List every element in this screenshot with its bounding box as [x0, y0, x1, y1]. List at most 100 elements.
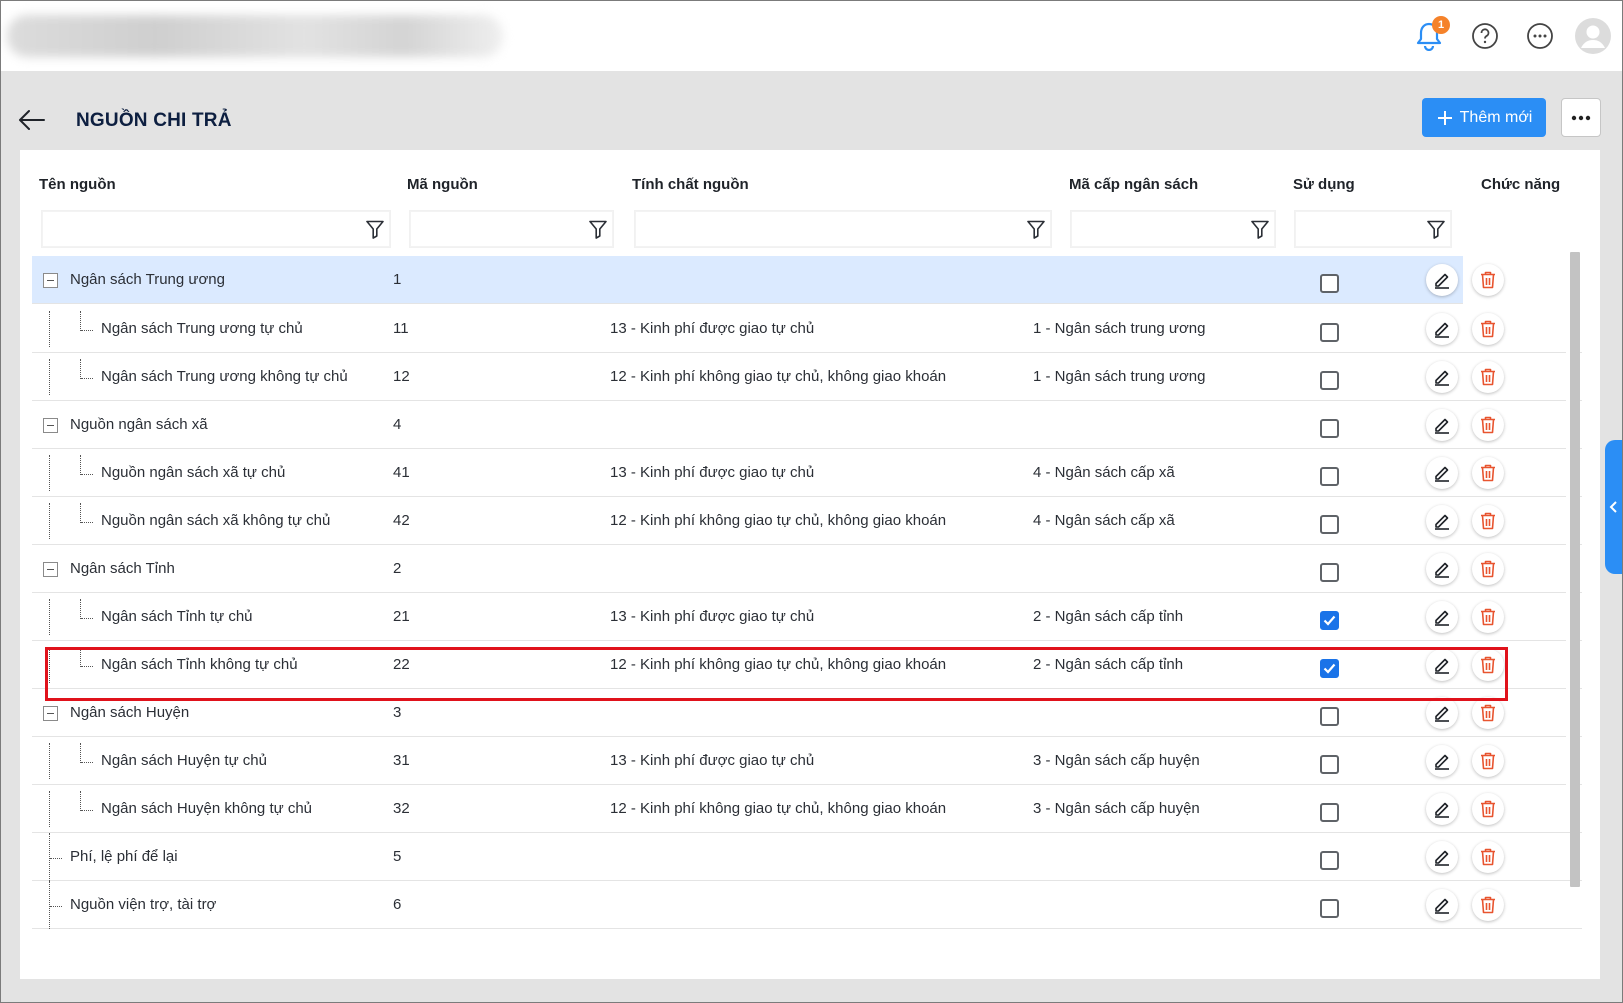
row-name: Ngân sách Huyện tự chủ — [101, 752, 267, 769]
delete-icon[interactable] — [1472, 264, 1504, 296]
top-bar: 1 — [1, 1, 1622, 71]
row-budget-level: 4 - Ngân sách cấp xã — [1033, 464, 1175, 481]
filter-icon[interactable] — [589, 220, 607, 239]
side-panel-toggle[interactable] — [1605, 440, 1623, 574]
used-checkbox[interactable] — [1320, 803, 1339, 822]
table-row[interactable]: Nguồn ngân sách xã tự chủ 41 13 - Kinh phí… — [32, 449, 1582, 497]
row-code: 1 — [393, 271, 402, 288]
column-header-name[interactable]: Tên nguồn — [39, 176, 116, 193]
delete-icon[interactable] — [1472, 841, 1504, 873]
tree-line — [49, 791, 50, 827]
table-row[interactable]: Ngân sách Huyện không tự chủ 32 12 - Kinh … — [32, 785, 1582, 833]
filter-nature-input[interactable] — [634, 210, 1052, 248]
bell-icon[interactable]: 1 — [1411, 16, 1450, 54]
tree-line — [81, 522, 93, 523]
row-code: 42 — [393, 512, 410, 529]
edit-icon[interactable] — [1426, 409, 1458, 441]
filter-icon[interactable] — [1251, 220, 1269, 239]
filter-name-input[interactable] — [41, 210, 391, 248]
add-new-button[interactable]: Thêm mới — [1422, 98, 1546, 137]
used-checkbox[interactable] — [1320, 755, 1339, 774]
edit-icon[interactable] — [1426, 601, 1458, 633]
edit-icon[interactable] — [1426, 264, 1458, 296]
edit-icon[interactable] — [1426, 697, 1458, 729]
edit-icon[interactable] — [1426, 313, 1458, 345]
delete-icon[interactable] — [1472, 601, 1504, 633]
table-row[interactable]: Ngân sách Tỉnh 2 — [32, 545, 1582, 593]
edit-icon[interactable] — [1426, 361, 1458, 393]
row-name: Ngân sách Trung ương tự chủ — [101, 320, 303, 337]
table-row[interactable]: Ngân sách Trung ương 1 — [32, 256, 1504, 304]
column-header-code[interactable]: Mã nguồn — [407, 176, 478, 193]
delete-icon[interactable] — [1472, 505, 1504, 537]
edit-icon[interactable] — [1426, 745, 1458, 777]
plus-icon — [1437, 110, 1452, 125]
edit-icon[interactable] — [1426, 457, 1458, 489]
row-budget-level: 2 - Ngân sách cấp tỉnh — [1033, 608, 1184, 625]
chevron-left-icon — [1609, 501, 1617, 513]
edit-icon[interactable] — [1426, 553, 1458, 585]
table-row[interactable]: Ngân sách Huyện tự chủ 31 13 - Kinh phí đư… — [32, 737, 1582, 785]
table-row[interactable]: Nguồn ngân sách xã 4 — [32, 401, 1582, 449]
edit-icon[interactable] — [1426, 841, 1458, 873]
filter-budget-level-input[interactable] — [1070, 210, 1276, 248]
table-row[interactable]: Ngân sách Tỉnh tự chủ 21 13 - Kinh phí đượ… — [32, 593, 1582, 641]
row-code: 32 — [393, 800, 410, 817]
edit-icon[interactable] — [1426, 793, 1458, 825]
scrollbar-thumb[interactable] — [1570, 252, 1580, 887]
column-header-budget-level[interactable]: Mã cấp ngân sách — [1069, 176, 1198, 193]
delete-icon[interactable] — [1472, 361, 1504, 393]
collapse-toggle-icon[interactable] — [43, 562, 58, 577]
delete-icon[interactable] — [1472, 313, 1504, 345]
table-row[interactable]: Ngân sách Trung ương không tự chủ 12 12 - … — [32, 353, 1582, 401]
used-checkbox[interactable] — [1320, 707, 1339, 726]
more-options-button[interactable] — [1561, 98, 1601, 137]
tree-line — [49, 743, 50, 779]
used-checkbox[interactable] — [1320, 467, 1339, 486]
delete-icon[interactable] — [1472, 745, 1504, 777]
back-arrow-icon[interactable] — [15, 106, 49, 134]
collapse-toggle-icon[interactable] — [43, 706, 58, 721]
delete-icon[interactable] — [1472, 409, 1504, 441]
tree-line — [81, 330, 93, 331]
delete-icon[interactable] — [1472, 553, 1504, 585]
page-header: NGUỒN CHI TRẢ Thêm mới — [0, 95, 1623, 145]
edit-icon[interactable] — [1426, 505, 1458, 537]
used-checkbox[interactable] — [1320, 563, 1339, 582]
filter-icon[interactable] — [1027, 220, 1045, 239]
delete-icon[interactable] — [1472, 889, 1504, 921]
used-checkbox[interactable] — [1320, 515, 1339, 534]
filter-code-input[interactable] — [409, 210, 614, 248]
more-horizontal-icon[interactable] — [1522, 18, 1558, 54]
column-header-used[interactable]: Sử dụng — [1293, 176, 1355, 193]
filter-icon[interactable] — [1427, 220, 1445, 239]
filter-icon[interactable] — [366, 220, 384, 239]
column-header-nature[interactable]: Tính chất nguồn — [632, 176, 749, 193]
delete-icon[interactable] — [1472, 697, 1504, 729]
user-avatar-icon[interactable] — [1574, 17, 1612, 55]
help-icon[interactable] — [1467, 18, 1503, 54]
filter-used-input[interactable] — [1294, 210, 1452, 248]
collapse-toggle-icon[interactable] — [43, 418, 58, 433]
table-row[interactable]: Nguồn viện trợ, tài trợ 6 — [32, 881, 1582, 929]
row-budget-level: 3 - Ngân sách cấp huyện — [1033, 752, 1200, 769]
used-checkbox[interactable] — [1320, 419, 1339, 438]
collapse-toggle-icon[interactable] — [43, 273, 58, 288]
used-checkbox[interactable] — [1320, 611, 1339, 630]
tree-line — [49, 359, 50, 395]
tree-line — [80, 743, 81, 763]
used-checkbox[interactable] — [1320, 899, 1339, 918]
used-checkbox[interactable] — [1320, 371, 1339, 390]
tree-line — [49, 455, 50, 491]
edit-icon[interactable] — [1426, 889, 1458, 921]
delete-icon[interactable] — [1472, 793, 1504, 825]
table-row[interactable]: Nguồn ngân sách xã không tự chủ 42 12 - Ki… — [32, 497, 1582, 545]
table-row[interactable]: Ngân sách Trung ương tự chủ 11 13 - Kinh p… — [32, 305, 1582, 353]
row-name: Ngân sách Trung ương không tự chủ — [101, 368, 348, 385]
delete-icon[interactable] — [1472, 457, 1504, 489]
table-row[interactable]: Phí, lệ phí để lại 5 — [32, 833, 1582, 881]
tree-line — [49, 311, 50, 347]
used-checkbox[interactable] — [1320, 851, 1339, 870]
used-checkbox[interactable] — [1320, 274, 1339, 293]
used-checkbox[interactable] — [1320, 323, 1339, 342]
